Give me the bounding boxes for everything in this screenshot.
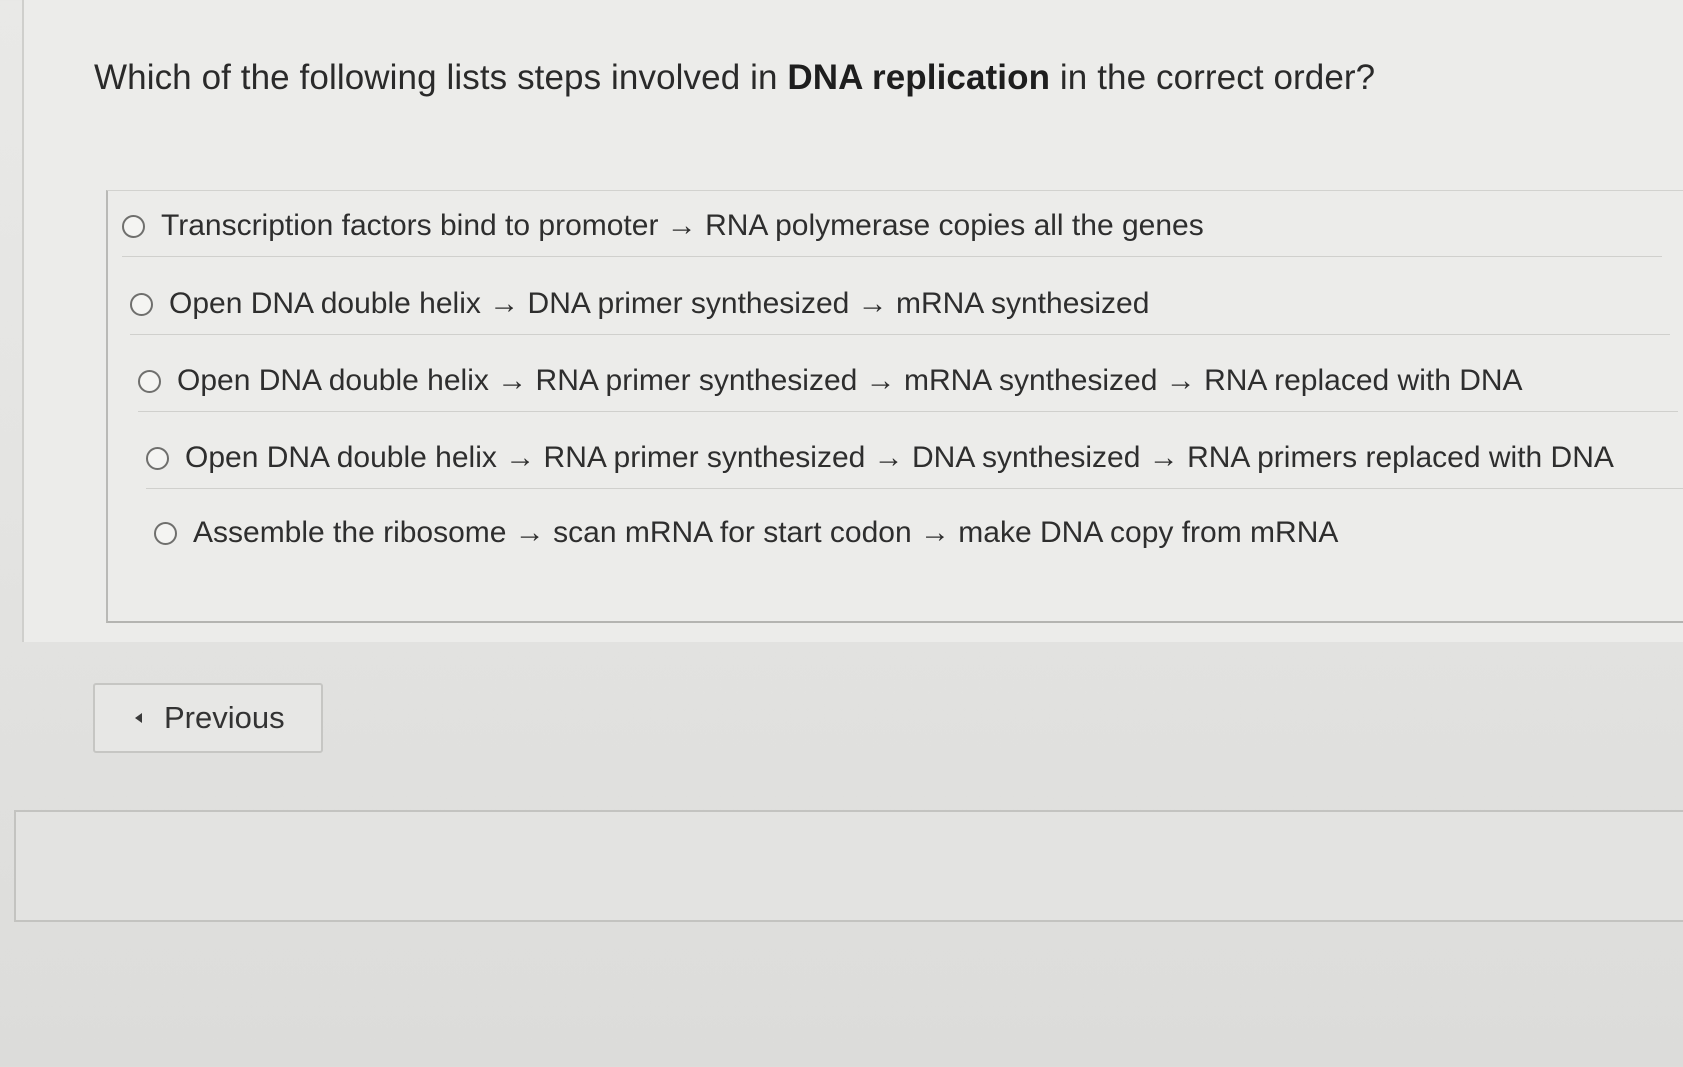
answer-option-2[interactable]: Open DNA double helix → DNA primer synth…: [130, 274, 1670, 335]
answer-option-label: Open DNA double helix → RNA primer synth…: [185, 441, 1614, 474]
caret-left-icon: [135, 713, 142, 723]
answer-option-label: Assemble the ribosome → scan mRNA for st…: [193, 516, 1339, 549]
radio-button[interactable]: [122, 214, 145, 238]
radio-button[interactable]: [130, 292, 153, 316]
question-suffix: in the correct order?: [1050, 58, 1376, 97]
previous-button[interactable]: Previous: [93, 683, 323, 753]
quiz-page: Which of the following lists steps invol…: [0, 0, 1683, 1067]
answer-option-label: Open DNA double helix → RNA primer synth…: [177, 364, 1523, 397]
previous-button-label: Previous: [164, 700, 285, 735]
answer-option-label: Open DNA double helix → DNA primer synth…: [169, 287, 1150, 320]
radio-button[interactable]: [146, 446, 169, 470]
answer-option-4[interactable]: Open DNA double helix → RNA primer synth…: [146, 428, 1683, 489]
answer-options: Transcription factors bind to promoter →…: [106, 190, 1683, 623]
question-text: Which of the following lists steps invol…: [94, 58, 1375, 98]
question-emphasis: DNA replication: [787, 58, 1051, 97]
answer-option-3[interactable]: Open DNA double helix → RNA primer synth…: [138, 351, 1678, 412]
question-card: Which of the following lists steps invol…: [22, 0, 1683, 642]
radio-button[interactable]: [154, 521, 177, 545]
answer-option-5[interactable]: Assemble the ribosome → scan mRNA for st…: [154, 503, 1683, 563]
radio-button[interactable]: [138, 369, 161, 393]
answer-option-label: Transcription factors bind to promoter →…: [161, 209, 1204, 242]
answer-option-1[interactable]: Transcription factors bind to promoter →…: [122, 196, 1662, 257]
question-prefix: Which of the following lists steps invol…: [94, 58, 788, 97]
lower-panel: [14, 810, 1683, 922]
